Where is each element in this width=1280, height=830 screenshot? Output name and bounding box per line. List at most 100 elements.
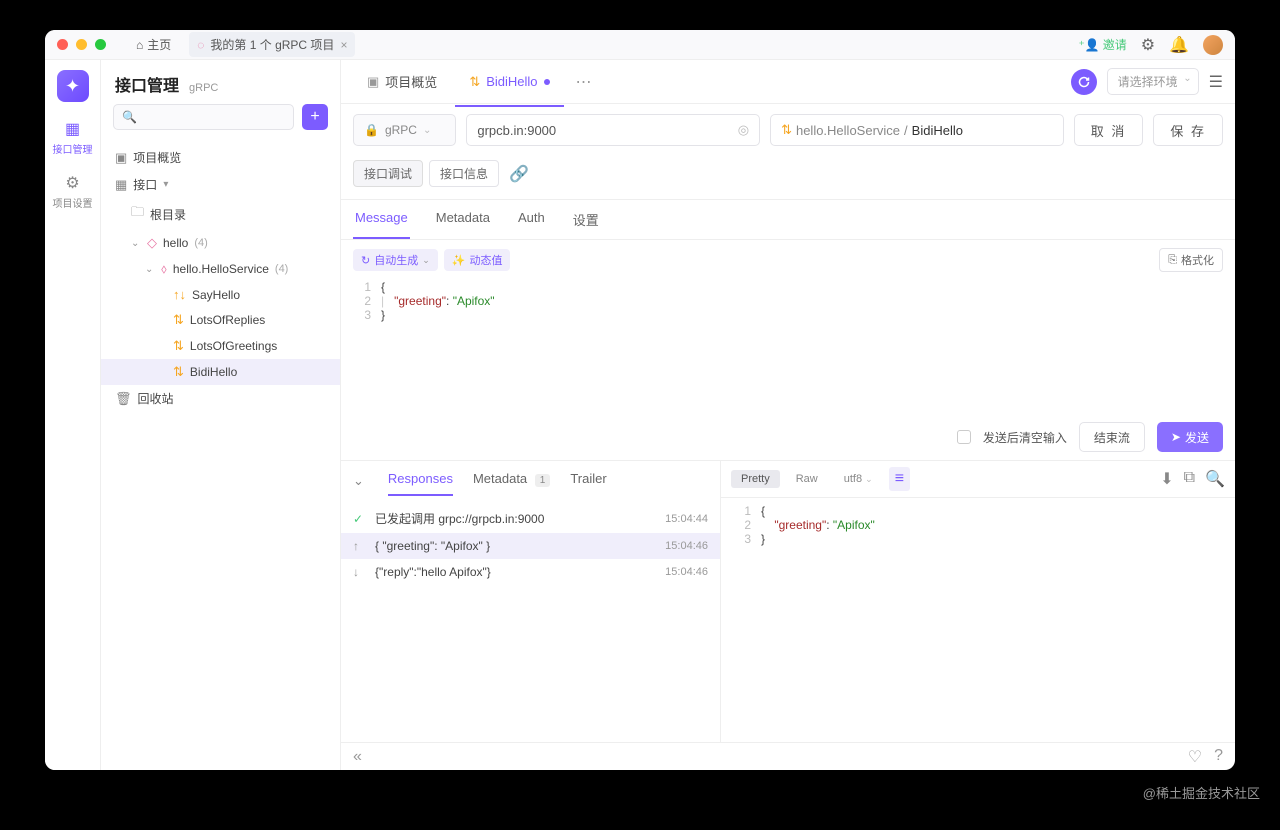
api-mgmt-icon: ▦ [64, 120, 82, 138]
cancel-button[interactable]: 取 消 [1074, 114, 1144, 146]
api-tree: ▣ 项目概览 ▦ 接口 ▾ 🗀 根目录 ⌄ ◇ hello [101, 140, 340, 416]
clear-on-send-label: 发送后清空输入 [983, 429, 1067, 446]
response-toolbar: Pretty Raw utf8 ⌄ ≡ ⬇ ⧉ 🔍 [721, 461, 1235, 498]
invite-button[interactable]: ⁺👤 邀请 [1078, 36, 1126, 53]
service-path[interactable]: ⇅ hello.HelloService / BidiHello [770, 114, 1064, 146]
protocol-select[interactable]: 🔒 gRPC ⌄ [353, 114, 456, 146]
collapse-icon[interactable]: ⌄ [353, 473, 364, 489]
log-item[interactable]: ↓ {"reply":"hello Apifox"} 15:04:46 [341, 559, 720, 585]
overview-icon: ▣ [115, 150, 127, 166]
sidebar: 接口管理 gRPC + ▣ 项目概览 ▦ 接口 ▾ 🗀 [101, 60, 341, 770]
home-tab[interactable]: ⌂ 主页 [126, 32, 181, 57]
app-window: ⌂ 主页 ◌ 我的第 1 个 gRPC 项目 × ⁺👤 邀请 ⚙ 🔔 ✦ ▦ 接… [45, 30, 1235, 770]
dynamic-button[interactable]: ✨ 动态值 [444, 249, 511, 271]
resp-tab-trailer[interactable]: Trailer [570, 471, 606, 490]
refresh-icon: ↻ [361, 254, 370, 267]
view-pretty[interactable]: Pretty [731, 470, 780, 488]
autogen-button[interactable]: ↻ 自动生成 ⌄ [353, 249, 438, 271]
request-body-editor[interactable]: 1{ 2| "greeting": "Apifox" 3} [341, 280, 1235, 330]
send-button[interactable]: ➤ 发送 [1157, 422, 1223, 452]
menu-icon[interactable]: ☰ [1209, 72, 1223, 92]
editor-tabs: ▣ 项目概览 ⇅ BidiHello ⋯ 请选择环境 ⌄ [341, 60, 1235, 104]
tab-bidihello[interactable]: ⇅ BidiHello [455, 68, 563, 96]
rail-api-mgmt[interactable]: ▦ 接口管理 [53, 120, 93, 156]
search-input[interactable] [113, 104, 294, 130]
tab-overview[interactable]: ▣ 项目概览 [353, 66, 451, 97]
minimize-window-icon[interactable] [76, 39, 87, 50]
url-input[interactable]: grpcb.in:9000 ◎ [466, 114, 760, 146]
log-item[interactable]: ✓ 已发起调用 grpc://grpcb.in:9000 15:04:44 [341, 504, 720, 533]
bell-icon[interactable]: 🔔 [1169, 35, 1189, 55]
tree-method-sayhello[interactable]: ↑↓ SayHello [101, 282, 340, 307]
send-icon: ➤ [1171, 430, 1181, 444]
window-controls [57, 39, 106, 50]
sidebar-subtitle: gRPC [189, 82, 218, 94]
tree-method-lotsofreplies[interactable]: ⇅ LotsOfReplies [101, 307, 340, 333]
collapse-sidebar-icon[interactable]: « [353, 748, 362, 766]
format-button[interactable]: ⎘ 格式化 [1159, 248, 1223, 272]
chevron-down-icon[interactable]: ⌄ [145, 264, 155, 275]
link-icon[interactable]: 🔗 [509, 164, 529, 184]
tree-root-dir[interactable]: 🗀 根目录 [101, 198, 340, 230]
tab-debug[interactable]: 接口调试 [353, 160, 423, 187]
project-tab-label: 我的第 1 个 gRPC 项目 [210, 36, 334, 53]
download-icon[interactable]: ⬇ [1160, 469, 1173, 489]
resp-tab-metadata[interactable]: Metadata 1 [473, 471, 550, 490]
home-label: 主页 [147, 36, 171, 53]
arrow-up-icon: ↑ [353, 539, 367, 553]
response-body[interactable]: 1{ 2 "greeting": "Apifox" 3} [721, 498, 1235, 554]
tree-api-root[interactable]: ▦ 接口 ▾ [101, 171, 340, 198]
api-root-icon: ▦ [115, 177, 127, 193]
feedback-icon[interactable]: ♡ [1188, 747, 1202, 767]
log-item[interactable]: ↑ { "greeting": "Apifox" } 15:04:46 [341, 533, 720, 559]
tab-more-icon[interactable]: ⋯ [568, 68, 600, 96]
format-icon: ⎘ [1168, 254, 1177, 267]
rail-project-settings[interactable]: ⚙ 项目设置 [53, 174, 93, 210]
req-tab-message[interactable]: Message [353, 200, 410, 239]
avatar[interactable] [1203, 35, 1223, 55]
request-tabs: Message Metadata Auth 设置 [341, 199, 1235, 239]
refresh-button[interactable] [1071, 69, 1097, 95]
environment-select[interactable]: 请选择环境 ⌄ [1107, 68, 1199, 95]
chevron-down-icon[interactable]: ⌄ [131, 238, 141, 249]
tree-method-lotsofgreetings[interactable]: ⇅ LotsOfGreetings [101, 333, 340, 359]
clear-on-send-checkbox[interactable] [957, 430, 971, 444]
close-window-icon[interactable] [57, 39, 68, 50]
response-viewer: Pretty Raw utf8 ⌄ ≡ ⬇ ⧉ 🔍 [721, 461, 1235, 742]
tree-trash[interactable]: 🗑 回收站 [101, 385, 340, 412]
unary-icon: ↑↓ [173, 287, 186, 302]
stream-icon: ⇅ [173, 312, 184, 328]
package-icon: ◇ [147, 235, 157, 251]
maximize-window-icon[interactable] [95, 39, 106, 50]
tree-overview[interactable]: ▣ 项目概览 [101, 144, 340, 171]
req-tab-settings[interactable]: 设置 [571, 200, 601, 239]
encoding-select[interactable]: utf8 ⌄ [834, 470, 883, 488]
project-tab[interactable]: ◌ 我的第 1 个 gRPC 项目 × [189, 32, 355, 57]
wrap-icon[interactable]: ≡ [889, 467, 910, 491]
target-icon[interactable]: ◎ [738, 122, 749, 138]
save-button[interactable]: 保 存 [1153, 114, 1223, 146]
search-icon[interactable]: 🔍 [1205, 469, 1225, 489]
settings-icon[interactable]: ⚙ [1141, 35, 1155, 55]
watermark: @稀土掘金技术社区 [1143, 783, 1260, 802]
success-icon: ✓ [353, 512, 367, 526]
app-logo[interactable]: ✦ [57, 70, 89, 102]
help-icon[interactable]: ? [1214, 747, 1223, 767]
status-bar: « ♡ ? [341, 742, 1235, 770]
main-panel: ▣ 项目概览 ⇅ BidiHello ⋯ 请选择环境 ⌄ [341, 60, 1235, 770]
copy-icon[interactable]: ⧉ [1184, 469, 1195, 489]
req-tab-auth[interactable]: Auth [516, 200, 547, 239]
home-icon: ⌂ [136, 38, 143, 52]
log-list: ✓ 已发起调用 grpc://grpcb.in:9000 15:04:44 ↑ … [341, 500, 720, 589]
view-raw[interactable]: Raw [786, 470, 828, 488]
tree-hello-pkg[interactable]: ⌄ ◇ hello (4) [101, 230, 340, 256]
tree-method-bidihello[interactable]: ⇅ BidiHello [101, 359, 340, 385]
req-tab-metadata[interactable]: Metadata [434, 200, 492, 239]
end-stream-button[interactable]: 结束流 [1079, 422, 1145, 452]
resp-tab-responses[interactable]: Responses [388, 471, 453, 490]
add-button[interactable]: + [302, 104, 328, 130]
tree-hello-service[interactable]: ⌄ ⬨ hello.HelloService (4) [101, 256, 340, 282]
close-tab-icon[interactable]: × [340, 38, 347, 52]
bidi-icon: ⇅ [781, 122, 792, 138]
tab-info[interactable]: 接口信息 [429, 160, 499, 187]
